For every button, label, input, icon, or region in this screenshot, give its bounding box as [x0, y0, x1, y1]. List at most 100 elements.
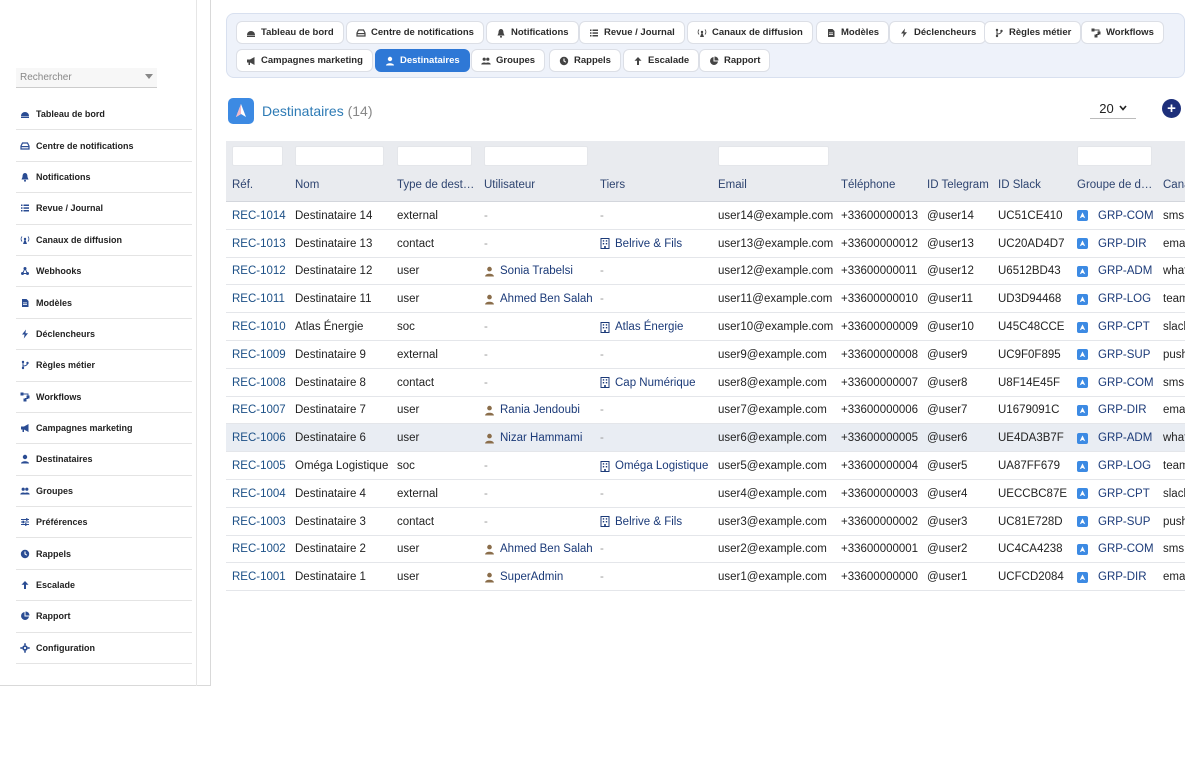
- tiers-link[interactable]: Oméga Logistique: [615, 460, 708, 472]
- group-link[interactable]: GRP-COM: [1098, 377, 1154, 389]
- sidebar-item-webhooks[interactable]: Webhooks: [16, 256, 192, 288]
- column-header[interactable]: Nom: [295, 179, 319, 191]
- ref-link-text[interactable]: REC-1001: [232, 571, 286, 583]
- table-row[interactable]: REC-1007 Destinataire 7 user Rania Jendoubi…: [226, 397, 1185, 425]
- sidebar-item-escalade[interactable]: Escalade: [16, 570, 192, 602]
- tiers-link[interactable]: Cap Numérique: [615, 377, 696, 389]
- column-filter-input[interactable]: [232, 146, 283, 166]
- tab-modeles[interactable]: Modèles: [816, 21, 890, 44]
- ref-link-text[interactable]: REC-1003: [232, 516, 286, 528]
- group-link[interactable]: GRP-LOG: [1098, 293, 1151, 305]
- tiers-link[interactable]: Belrive & Fils: [615, 238, 682, 250]
- tab-escalade[interactable]: Escalade: [623, 49, 700, 72]
- tab-regles-metier[interactable]: Règles métier: [984, 21, 1082, 44]
- column-header[interactable]: Réf.: [232, 179, 253, 191]
- table-row[interactable]: REC-1001 Destinataire 1 user SuperAdmin - use…: [226, 563, 1185, 592]
- tab-centre-de-notifications[interactable]: Centre de notifications: [346, 21, 484, 44]
- tab-workflows[interactable]: Workflows: [1081, 21, 1164, 44]
- column-filter-input[interactable]: [484, 146, 588, 166]
- search-select[interactable]: Rechercher: [16, 68, 157, 88]
- table-row[interactable]: REC-1012 Destinataire 12 user Sonia Trabels…: [226, 258, 1185, 286]
- sidebar-item-regles-metier[interactable]: Règles métier: [16, 350, 192, 382]
- sidebar-item-workflows[interactable]: Workflows: [16, 382, 192, 413]
- sidebar-item-rapport[interactable]: Rapport: [16, 601, 192, 633]
- table-row[interactable]: REC-1005 Oméga Logistique soc - Oméga Logist…: [226, 452, 1185, 480]
- table-row[interactable]: REC-1011 Destinataire 11 user Ahmed Ben Sal…: [226, 285, 1185, 314]
- sidebar-item-destinataires[interactable]: Destinataires: [16, 444, 192, 476]
- group-link[interactable]: GRP-LOG: [1098, 460, 1151, 472]
- user-link[interactable]: Ahmed Ben Salah: [500, 293, 593, 305]
- tab-canaux-de-diffusion[interactable]: Canaux de diffusion: [687, 21, 813, 44]
- tab-campagnes-marketing[interactable]: Campagnes marketing: [236, 49, 373, 72]
- column-header[interactable]: Utilisateur: [484, 179, 535, 191]
- tab-rappels[interactable]: Rappels: [549, 49, 621, 72]
- group-link[interactable]: GRP-ADM: [1098, 432, 1152, 444]
- ref-link-text[interactable]: REC-1004: [232, 488, 286, 500]
- tiers-link[interactable]: Belrive & Fils: [615, 516, 682, 528]
- sidebar-item-modeles[interactable]: Modèles: [16, 287, 192, 319]
- table-row[interactable]: REC-1013 Destinataire 13 contact - Belrive &…: [226, 230, 1185, 258]
- table-row[interactable]: REC-1008 Destinataire 8 contact - Cap Numéri…: [226, 369, 1185, 397]
- column-header[interactable]: ID Telegram: [927, 179, 989, 191]
- sidebar-item-tableau-de-bord[interactable]: Tableau de bord: [16, 99, 192, 131]
- ref-link-text[interactable]: REC-1012: [232, 265, 286, 277]
- ref-link-text[interactable]: REC-1008: [232, 377, 286, 389]
- group-link[interactable]: GRP-COM: [1098, 210, 1154, 222]
- ref-link-text[interactable]: REC-1013: [232, 238, 286, 250]
- column-header[interactable]: Téléphone: [841, 179, 895, 191]
- user-link[interactable]: Sonia Trabelsi: [500, 265, 573, 277]
- column-header[interactable]: ID Slack: [998, 179, 1041, 191]
- table-row[interactable]: REC-1010 Atlas Énergie soc - Atlas Énergie us…: [226, 313, 1185, 341]
- column-header[interactable]: Email: [718, 179, 747, 191]
- sidebar-item-centre-de-notifications[interactable]: Centre de notifications: [16, 130, 192, 162]
- ref-link-text[interactable]: REC-1005: [232, 460, 286, 472]
- group-link[interactable]: GRP-SUP: [1098, 349, 1150, 361]
- group-link[interactable]: GRP-DIR: [1098, 238, 1147, 250]
- table-row[interactable]: REC-1006 Destinataire 6 user Nizar Hammami -…: [226, 424, 1185, 453]
- column-filter-input[interactable]: [295, 146, 384, 166]
- user-link[interactable]: SuperAdmin: [500, 571, 563, 583]
- sidebar-item-revue-journal[interactable]: Revue / Journal: [16, 193, 192, 225]
- group-link[interactable]: GRP-DIR: [1098, 571, 1147, 583]
- table-row[interactable]: REC-1003 Destinataire 3 contact - Belrive & …: [226, 508, 1185, 536]
- ref-link-text[interactable]: REC-1007: [232, 404, 286, 416]
- tab-groupes[interactable]: Groupes: [471, 49, 546, 72]
- table-row[interactable]: REC-1002 Destinataire 2 user Ahmed Ben Sala…: [226, 536, 1185, 564]
- page-size-select[interactable]: 20: [1090, 98, 1136, 119]
- column-filter-input[interactable]: [397, 146, 472, 166]
- ref-link-text[interactable]: REC-1011: [232, 293, 285, 305]
- sidebar-item-configuration[interactable]: Configuration: [16, 633, 192, 665]
- column-filter-input[interactable]: [1077, 146, 1152, 166]
- tab-rapport[interactable]: Rapport: [699, 49, 771, 72]
- add-recipient-button[interactable]: +: [1162, 99, 1181, 118]
- user-link[interactable]: Ahmed Ben Salah: [500, 543, 593, 555]
- column-header[interactable]: Groupe de d…: [1077, 179, 1152, 191]
- sidebar-item-notifications[interactable]: Notifications: [16, 162, 192, 194]
- group-link[interactable]: GRP-ADM: [1098, 265, 1152, 277]
- ref-link-text[interactable]: REC-1009: [232, 349, 286, 361]
- sidebar-item-preferences[interactable]: Préférences: [16, 507, 192, 539]
- sidebar-item-groupes[interactable]: Groupes: [16, 476, 192, 508]
- table-row[interactable]: REC-1009 Destinataire 9 external - - user9@ex…: [226, 341, 1185, 369]
- group-link[interactable]: GRP-CPT: [1098, 321, 1150, 333]
- table-row[interactable]: REC-1004 Destinataire 4 external - - user4@ex…: [226, 480, 1185, 508]
- ref-link-text[interactable]: REC-1010: [232, 321, 286, 333]
- tab-tableau-de-bord[interactable]: Tableau de bord: [236, 21, 344, 44]
- user-link[interactable]: Rania Jendoubi: [500, 404, 580, 416]
- column-header[interactable]: Type de dest…: [397, 179, 474, 191]
- group-link[interactable]: GRP-DIR: [1098, 404, 1147, 416]
- table-row[interactable]: REC-1014 Destinataire 14 external - - user14@…: [226, 202, 1185, 230]
- ref-link-text[interactable]: REC-1002: [232, 543, 286, 555]
- column-header[interactable]: Tiers: [600, 179, 625, 191]
- column-header[interactable]: Cana: [1163, 179, 1185, 191]
- sidebar-item-campagnes-marketing[interactable]: Campagnes marketing: [16, 413, 192, 445]
- sidebar-item-canaux-de-diffusion[interactable]: Canaux de diffusion: [16, 225, 192, 256]
- tiers-link[interactable]: Atlas Énergie: [615, 321, 683, 333]
- ref-link-text[interactable]: REC-1006: [232, 432, 286, 444]
- tab-revue-journal[interactable]: Revue / Journal: [579, 21, 685, 44]
- tab-notifications[interactable]: Notifications: [486, 21, 579, 44]
- sidebar-item-rappels[interactable]: Rappels: [16, 538, 192, 570]
- ref-link-text[interactable]: REC-1014: [232, 210, 286, 222]
- tab-declencheurs[interactable]: Déclencheurs: [889, 21, 987, 44]
- user-link[interactable]: Nizar Hammami: [500, 432, 582, 444]
